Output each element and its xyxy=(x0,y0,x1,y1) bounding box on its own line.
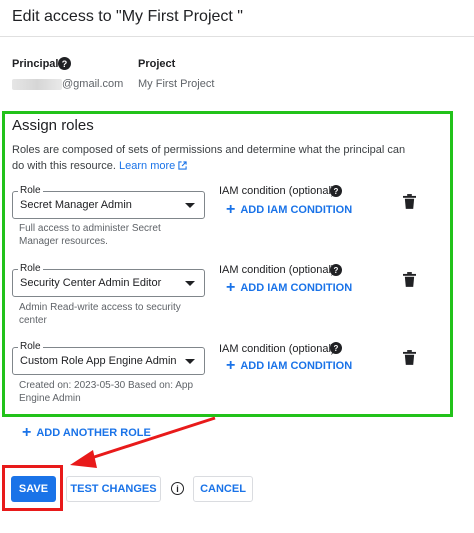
role-help-3-line2: Engine Admin xyxy=(19,393,81,404)
info-icon[interactable]: i xyxy=(171,482,184,495)
principal-label: Principal xyxy=(12,58,59,70)
role-help-2-line1: Admin Read-write access to security xyxy=(19,302,181,313)
role-select-2[interactable]: Role Security Center Admin Editor xyxy=(12,263,205,297)
caret-down-icon xyxy=(185,203,195,208)
project-label: Project xyxy=(138,58,176,70)
plus-icon: + xyxy=(22,424,32,441)
add-iam-condition-button-1[interactable]: + ADD IAM CONDITION xyxy=(226,202,352,218)
assign-roles-description: Roles are composed of sets of permission… xyxy=(12,142,412,174)
role-label-2: Role xyxy=(18,263,43,274)
role-value-2: Security Center Admin Editor xyxy=(20,277,162,289)
role-help-2-line2: center xyxy=(19,315,47,326)
plus-icon: + xyxy=(226,357,236,374)
iam-condition-label-2: IAM condition (optional) xyxy=(219,264,335,276)
role-help-1-line2: Manager resources. xyxy=(19,236,108,247)
role-help-3: Created on: 2023-05-30 Based on: App Eng… xyxy=(19,379,199,405)
caret-down-icon xyxy=(185,281,195,286)
role-label-1: Role xyxy=(18,185,43,196)
role-help-1: Full access to administer Secret Manager… xyxy=(19,222,199,248)
role-help-1-line1: Full access to administer Secret xyxy=(19,223,161,234)
plus-icon: + xyxy=(226,279,236,296)
role-help-2: Admin Read-write access to security cent… xyxy=(19,301,199,327)
role-select-1[interactable]: Role Secret Manager Admin xyxy=(12,185,205,219)
page-title: Edit access to "My First Project " xyxy=(12,8,243,25)
plus-icon: + xyxy=(226,201,236,218)
principal-value: @gmail.com xyxy=(62,78,124,90)
help-circle-icon[interactable]: ? xyxy=(330,185,342,197)
iam-condition-label-1: IAM condition (optional) xyxy=(219,185,335,197)
add-iam-condition-label-2: ADD IAM CONDITION xyxy=(240,282,353,294)
project-value: My First Project xyxy=(138,78,215,90)
role-label-3: Role xyxy=(18,341,43,352)
trash-icon[interactable] xyxy=(403,350,416,365)
test-changes-button[interactable]: TEST CHANGES xyxy=(66,476,161,502)
add-another-role-button[interactable]: + ADD ANOTHER ROLE xyxy=(22,425,151,441)
add-iam-condition-label-1: ADD IAM CONDITION xyxy=(240,204,353,216)
help-circle-icon[interactable]: ? xyxy=(330,264,342,276)
cancel-button[interactable]: CANCEL xyxy=(193,476,253,502)
title-divider xyxy=(0,36,474,37)
help-circle-icon[interactable]: ? xyxy=(58,57,71,70)
trash-icon[interactable] xyxy=(403,194,416,209)
add-iam-condition-button-3[interactable]: + ADD IAM CONDITION xyxy=(226,358,352,374)
iam-condition-label-3: IAM condition (optional) xyxy=(219,343,335,355)
caret-down-icon xyxy=(185,359,195,364)
redacted-email xyxy=(12,79,62,90)
role-value-3: Custom Role App Engine Admin xyxy=(20,355,177,367)
help-circle-icon[interactable]: ? xyxy=(330,342,342,354)
add-iam-condition-label-3: ADD IAM CONDITION xyxy=(240,360,353,372)
save-button[interactable]: SAVE xyxy=(11,476,56,502)
add-another-role-label: ADD ANOTHER ROLE xyxy=(36,427,151,439)
add-iam-condition-button-2[interactable]: + ADD IAM CONDITION xyxy=(226,280,352,296)
role-value-1: Secret Manager Admin xyxy=(20,199,132,211)
trash-icon[interactable] xyxy=(403,272,416,287)
external-link-icon xyxy=(178,161,187,170)
learn-more-link[interactable]: Learn more xyxy=(119,160,187,172)
description-text: Roles are composed of sets of permission… xyxy=(12,144,406,172)
learn-more-label: Learn more xyxy=(119,160,176,172)
role-help-3-line1: Created on: 2023-05-30 Based on: App xyxy=(19,380,194,391)
role-select-3[interactable]: Role Custom Role App Engine Admin xyxy=(12,341,205,375)
assign-roles-title: Assign roles xyxy=(12,117,94,134)
